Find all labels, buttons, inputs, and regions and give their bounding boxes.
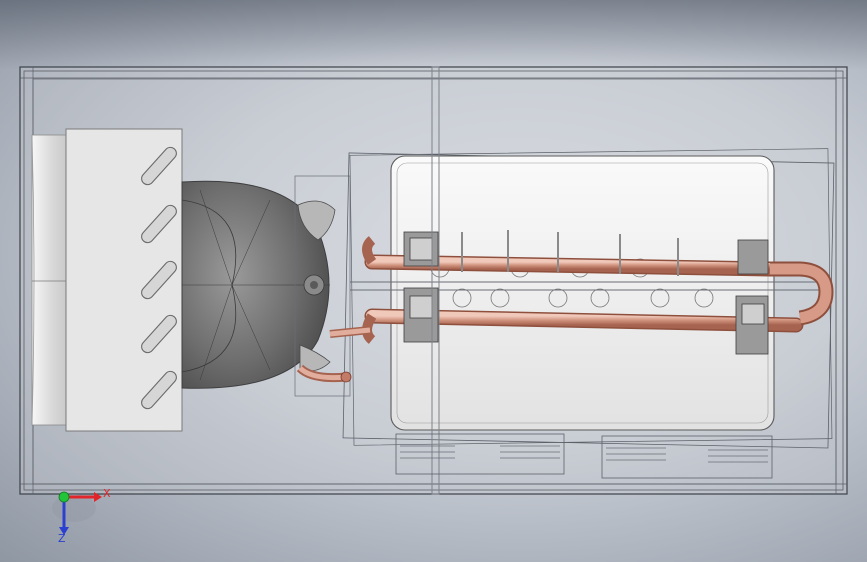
triad-x-label: X <box>103 487 111 500</box>
cad-graphics-viewport[interactable]: X Z <box>0 0 867 562</box>
compressor <box>181 175 351 397</box>
fan-bracket-plate <box>65 128 183 432</box>
triad-z-label: Z <box>58 532 66 545</box>
view-triad-icon: X Z <box>52 487 111 545</box>
cad-model-drawing: X Z <box>19 66 848 545</box>
